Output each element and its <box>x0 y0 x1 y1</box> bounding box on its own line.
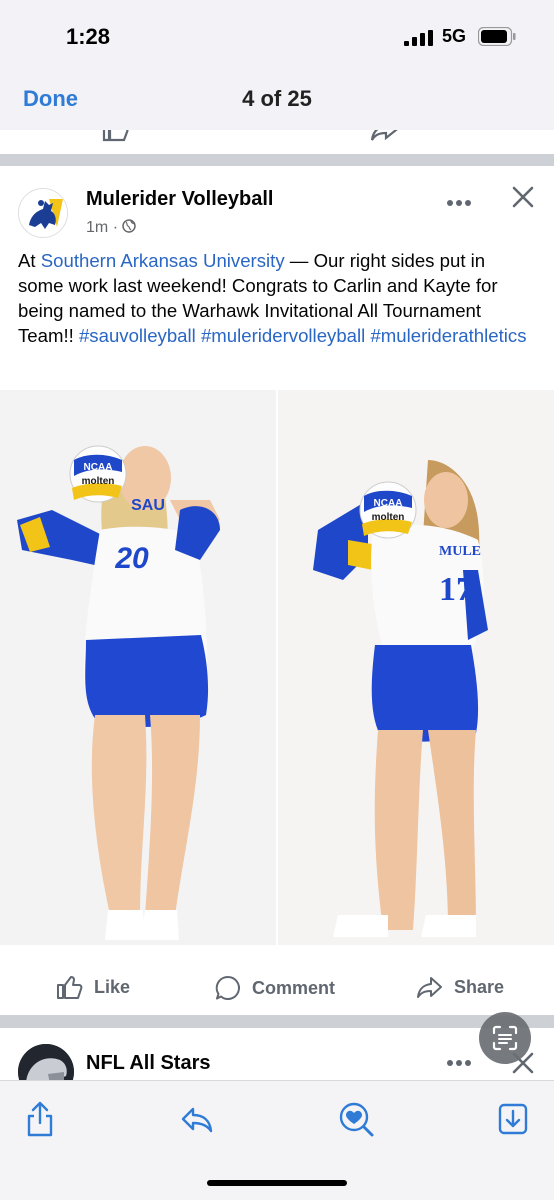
ball-badge: NCAA <box>374 498 403 509</box>
post-time-label: 1m <box>86 219 109 236</box>
share-sheet-icon[interactable] <box>20 1099 60 1139</box>
share-button[interactable]: Share <box>416 974 504 1000</box>
share-icon <box>417 977 442 998</box>
jersey-text: MULE <box>439 544 481 559</box>
post-time: 1m · <box>86 219 137 237</box>
download-icon[interactable] <box>493 1099 533 1139</box>
network-label: 5G <box>442 26 467 46</box>
comment-icon <box>215 975 240 1000</box>
ball-badge: NCAA <box>84 462 113 473</box>
next-page-name[interactable]: NFL All Stars <box>86 1052 210 1075</box>
more-icon <box>447 1060 471 1066</box>
globe-icon <box>122 219 137 233</box>
next-page-avatar[interactable] <box>18 1044 74 1080</box>
comment-button[interactable]: Comment <box>214 974 335 1002</box>
page-name[interactable]: Mulerider Volleyball <box>86 188 273 211</box>
ball-brand: molten <box>372 512 405 523</box>
post-photos: NCAA molten SAU 20 NCAA molten MULE 17 <box>0 390 554 945</box>
next-post-card: NFL All Stars <box>0 1028 554 1080</box>
share-icon <box>370 130 398 141</box>
status-bar: 1:28 5G <box>0 0 554 72</box>
signal-icon <box>404 30 433 46</box>
jersey-number: 17 <box>439 571 473 608</box>
mule-logo <box>19 189 67 237</box>
dot-separator: · <box>112 219 123 236</box>
jersey-text: SAU <box>131 497 165 514</box>
more-icon <box>447 200 471 206</box>
player-illustration: NCAA molten SAU 20 <box>0 390 276 945</box>
post-actions: Like Comment Share <box>0 956 554 1016</box>
player-photo-2[interactable]: NCAA molten MULE 17 <box>278 390 554 945</box>
like-icon <box>57 976 83 999</box>
battery-icon <box>478 27 516 46</box>
heart-search-icon[interactable] <box>336 1099 376 1139</box>
live-text-button[interactable] <box>479 1012 531 1064</box>
feed-divider <box>0 1015 554 1028</box>
helmet-logo <box>18 1044 74 1080</box>
location-link[interactable]: Southern Arkansas University <box>41 250 285 271</box>
scan-icon <box>492 1025 518 1051</box>
share-label: Share <box>454 976 505 997</box>
hashtag-link[interactable]: #muleriderathletics <box>370 325 526 346</box>
like-button[interactable]: Like <box>56 974 130 1000</box>
reply-icon[interactable] <box>177 1099 217 1139</box>
previous-post-footer <box>0 130 554 154</box>
page-counter: 4 of 25 <box>242 86 312 111</box>
player-photo-1[interactable]: NCAA molten SAU 20 <box>0 390 276 945</box>
close-icon[interactable] <box>508 182 538 212</box>
post-text: At Southern Arkansas University — Our ri… <box>18 248 534 348</box>
ball-brand: molten <box>82 476 115 487</box>
more-options-button[interactable] <box>446 186 472 214</box>
like-icon <box>102 130 129 142</box>
post-card: Mulerider Volleyball 1m · At Southern Ar… <box>0 166 554 1015</box>
status-time: 1:28 <box>66 24 111 49</box>
comment-label: Comment <box>252 977 336 998</box>
like-label: Like <box>94 976 131 997</box>
next-more-options-button[interactable] <box>446 1046 472 1074</box>
jersey-number: 20 <box>114 542 149 575</box>
page-avatar[interactable] <box>18 188 68 238</box>
viewer-nav: Done 4 of 25 <box>0 72 554 130</box>
text-prefix: At <box>18 250 41 271</box>
home-indicator <box>207 1180 347 1186</box>
hashtag-link[interactable]: #muleridervolleyball <box>201 325 365 346</box>
feed-divider <box>0 154 554 166</box>
player-illustration: NCAA molten MULE 17 <box>278 390 554 945</box>
hashtag-link[interactable]: #sauvolleyball <box>79 325 196 346</box>
